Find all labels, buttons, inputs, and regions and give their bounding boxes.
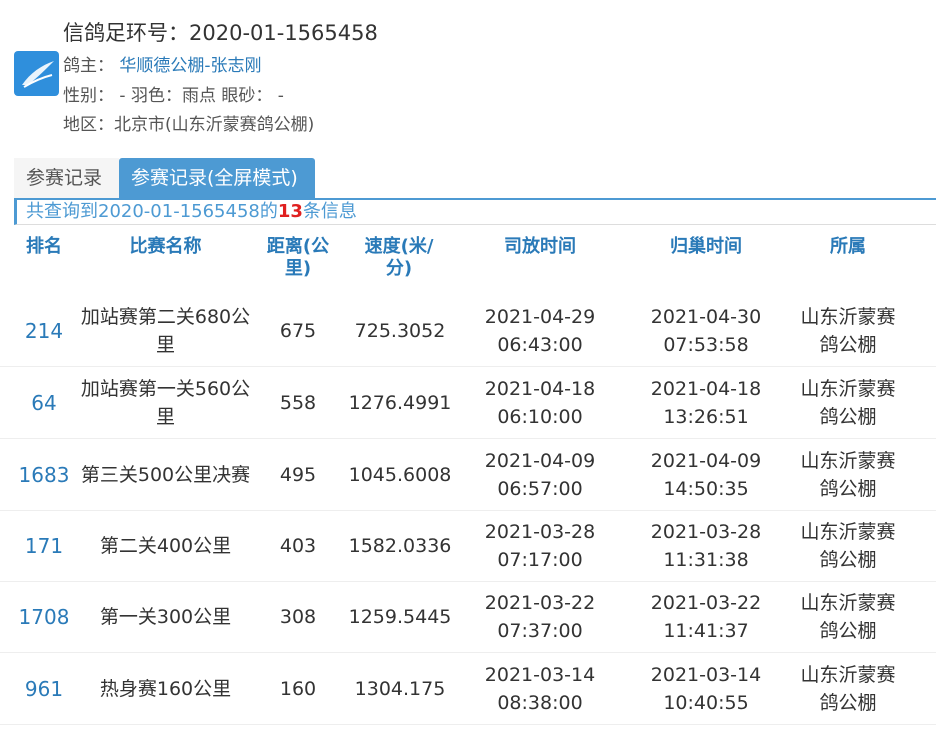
header-speed: 速度(米/分) — [364, 236, 434, 279]
race-name-cell: 第三关500公里决赛 — [80, 463, 251, 486]
speed-cell: 1276.4991 — [348, 391, 452, 414]
return-time-cell: 2021-04-18 13:26:51 — [650, 377, 762, 428]
table-row: 1708 第一关300公里 308 1259.5445 2021-03-22 0… — [0, 581, 936, 653]
rank-cell[interactable]: 1708 — [14, 581, 74, 652]
result-count-bar: 共查询到2020-01-1565458的13条信息 — [14, 200, 936, 225]
page-title: 信鸽足环号：2020-01-1565458 — [63, 21, 378, 45]
table-row: 1683 第三关500公里决赛 495 1045.6008 2021-04-09… — [0, 439, 936, 511]
header-organization: 所属 — [830, 236, 866, 257]
distance-cell: 558 — [279, 391, 317, 414]
distance-cell: 308 — [279, 605, 317, 628]
speed-cell: 1582.0336 — [348, 534, 452, 557]
header-rank: 排名 — [26, 236, 62, 257]
tab-race-records-fullscreen[interactable]: 参赛记录(全屏模式) — [119, 158, 315, 198]
organization-cell: 山东沂蒙赛鸽公棚 — [800, 305, 896, 356]
pigeon-details: 性别： - 羽色：雨点 眼砂： - — [63, 86, 284, 106]
speed-cell: 725.3052 — [354, 319, 446, 342]
speed-cell: 1045.6008 — [348, 463, 452, 486]
organization-cell: 山东沂蒙赛鸽公棚 — [800, 449, 896, 500]
release-time-cell: 2021-03-22 07:37:00 — [484, 591, 596, 642]
distance-cell: 403 — [279, 534, 317, 557]
header-race-name: 比赛名称 — [129, 236, 202, 257]
tab-race-records[interactable]: 参赛记录 — [14, 158, 119, 198]
release-time-cell: 2021-04-09 06:57:00 — [484, 449, 596, 500]
owner-line: 鸽主： 华顺德公棚-张志刚 — [63, 51, 262, 76]
organization-cell: 山东沂蒙赛鸽公棚 — [800, 377, 896, 428]
return-time-cell: 2021-04-09 14:50:35 — [650, 449, 762, 500]
release-time-cell: 2021-03-28 07:17:00 — [484, 520, 596, 571]
release-time-cell: 2021-03-14 08:38:00 — [484, 663, 596, 714]
table-row: 171 第二关400公里 403 1582.0336 2021-03-28 07… — [0, 510, 936, 582]
race-name-cell: 第二关400公里 — [99, 534, 232, 557]
race-name-cell: 第一关300公里 — [99, 605, 232, 628]
result-count: 13 — [277, 201, 303, 222]
result-count-text: 共查询到2020-01-1565458的13条信息 — [26, 201, 357, 222]
organization-cell: 山东沂蒙赛鸽公棚 — [800, 663, 896, 714]
table-row: 214 加站赛第二关680公里 675 725.3052 2021-04-29 … — [0, 295, 936, 367]
rank-cell[interactable]: 171 — [14, 510, 74, 581]
header-distance: 距离(公里) — [266, 236, 330, 279]
speed-cell: 1259.5445 — [348, 605, 452, 628]
race-name-cell: 加站赛第二关680公里 — [80, 305, 251, 356]
owner-label: 鸽主： — [63, 56, 114, 76]
region-info: 地区：北京市(山东沂蒙赛鸽公棚) — [63, 115, 315, 135]
release-time-cell: 2021-04-29 06:43:00 — [484, 305, 596, 356]
header-return-time: 归巢时间 — [670, 236, 742, 257]
distance-cell: 675 — [279, 319, 317, 342]
race-name-cell: 热身赛160公里 — [99, 677, 232, 700]
table-row: 961 热身赛160公里 160 1304.175 2021-03-14 08:… — [0, 653, 936, 725]
distance-cell: 160 — [279, 677, 317, 700]
return-time-cell: 2021-03-28 11:31:38 — [650, 520, 762, 571]
table-row: 64 加站赛第一关560公里 558 1276.4991 2021-04-18 … — [0, 367, 936, 439]
return-time-cell: 2021-03-14 10:40:55 — [650, 663, 762, 714]
race-name-cell: 加站赛第一关560公里 — [80, 377, 251, 428]
rank-cell[interactable]: 64 — [14, 367, 74, 438]
owner-link[interactable]: 华顺德公棚-张志刚 — [119, 56, 261, 76]
organization-cell: 山东沂蒙赛鸽公棚 — [800, 520, 896, 571]
release-time-cell: 2021-04-18 06:10:00 — [484, 377, 596, 428]
return-time-cell: 2021-03-22 11:41:37 — [650, 591, 762, 642]
return-time-cell: 2021-04-30 07:53:58 — [650, 305, 762, 356]
pigeon-logo-icon — [14, 51, 59, 96]
organization-cell: 山东沂蒙赛鸽公棚 — [800, 591, 896, 642]
rank-cell[interactable]: 214 — [14, 295, 74, 366]
distance-cell: 495 — [279, 463, 317, 486]
rank-cell[interactable]: 961 — [14, 653, 74, 724]
header-release-time: 司放时间 — [504, 236, 576, 257]
rank-cell[interactable]: 1683 — [14, 439, 74, 510]
speed-cell: 1304.175 — [354, 677, 446, 700]
